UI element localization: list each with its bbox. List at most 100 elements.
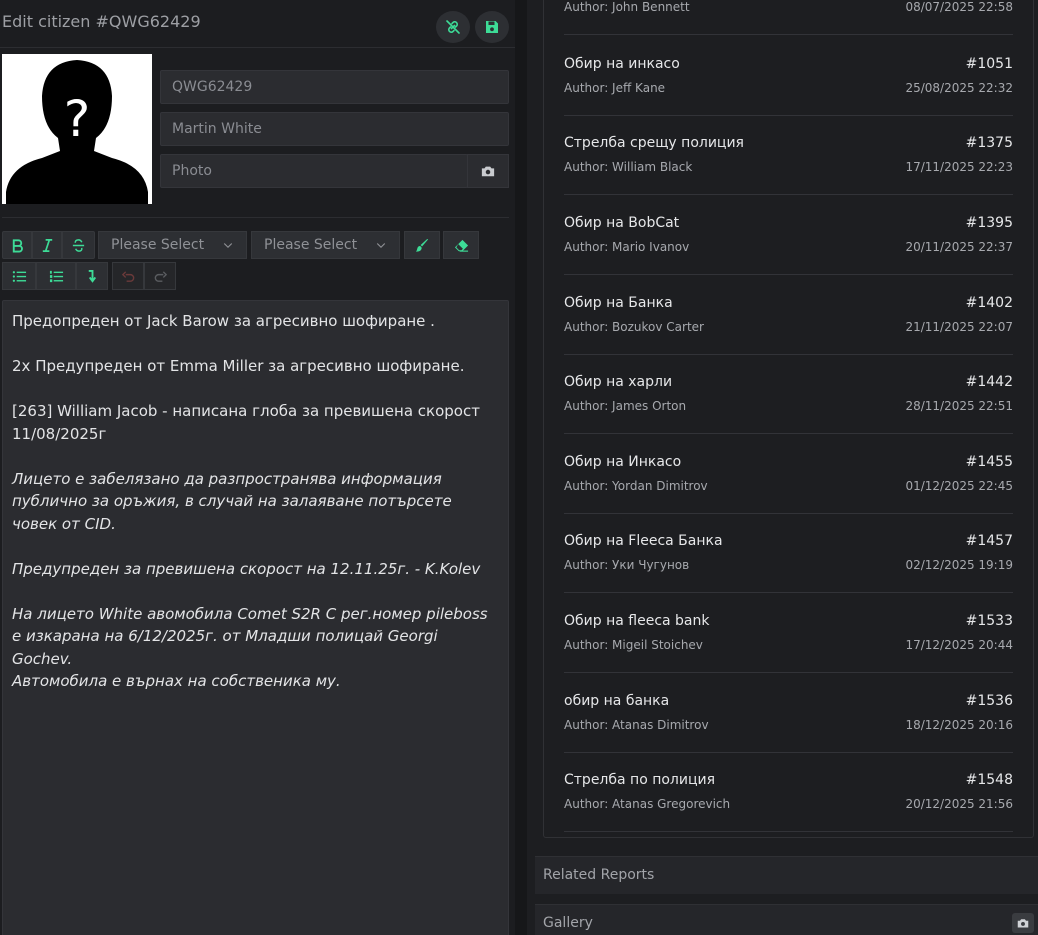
report-date: 17/12/2025 20:44 [905,638,1013,652]
report-item[interactable]: Стрелба по полиция #1548 Author: Atanas … [564,772,1013,832]
report-date: 21/11/2025 22:07 [905,320,1013,334]
save-button[interactable] [475,11,509,43]
bold-button[interactable] [2,231,32,259]
report-item[interactable]: Обир на BobCat #1395 Author: Mario Ivano… [564,215,1013,275]
numbered-list-icon [49,270,63,282]
bold-icon [12,238,23,253]
numbered-list-button[interactable] [36,262,76,290]
color-brush-button[interactable] [404,231,440,259]
size-select-value: Please Select [264,237,358,253]
report-title: Обир на инкасо [564,56,680,72]
photo-upload-button[interactable] [467,154,509,188]
report-item[interactable]: Обир на Инкасо #1455 Author: Yordan Dimi… [564,454,1013,514]
redo-button[interactable] [144,262,176,290]
strikethrough-icon [72,238,85,252]
notes-editor[interactable]: Предопреден от Jack Barow за агресивно ш… [2,300,509,935]
unlink-icon [446,20,460,34]
report-date: 20/12/2025 21:56 [905,797,1013,811]
chevron-down-icon [376,243,386,249]
report-author: Author: Atanas Dimitrov [564,718,709,732]
report-date: 02/12/2025 19:19 [905,558,1013,572]
report-date: 17/11/2025 22:23 [905,160,1013,174]
note-line: На лицето White авомобила Comet S2R C ре… [12,604,488,668]
citizen-id-field[interactable]: QWG62429 [160,70,509,104]
clear-format-button[interactable] [443,231,479,259]
gallery-add-button[interactable] [1012,913,1034,933]
photo-url-input[interactable]: Photo [160,154,468,188]
gallery-section[interactable]: Gallery [535,904,1038,935]
divider [2,217,509,218]
note-line: [263] William Jacob - написана глоба за … [12,402,480,443]
page-title: Edit citizen #QWG62429 [2,12,201,31]
edit-header: Edit citizen #QWG62429 [0,0,515,48]
italic-icon [42,238,52,252]
italic-button[interactable] [32,231,62,259]
report-date: 18/12/2025 20:16 [905,718,1013,732]
section-title: Related Reports [543,867,655,883]
report-title: Стрелба по полиция [564,772,716,788]
note-line: Предопреден от Jack Barow за агресивно ш… [12,312,435,330]
report-title: Обир на fleeca bank [564,613,710,629]
report-number: #1548 [965,772,1013,788]
size-select[interactable]: Please Select [251,231,400,259]
report-number: #1402 [965,295,1013,311]
report-author: Author: Atanas Gregorevich [564,797,731,811]
strikethrough-button[interactable] [62,231,95,259]
report-item[interactable]: Обир на Fleeca Банка #1457 Author: Уки Ч… [564,533,1013,593]
report-title: Обир на Инкасо [564,454,682,470]
report-title: Обир на BobCat [564,215,680,231]
report-date: 25/08/2025 22:32 [905,81,1013,95]
bullet-list-icon [12,270,26,282]
eraser-icon [454,239,468,252]
report-number: #1533 [965,613,1013,629]
font-select[interactable]: Please Select [98,231,247,259]
report-title: Обир на Fleeca Банка [564,533,723,549]
report-item[interactable]: Стрелба срещу полиция #1375 Author: Will… [564,135,1013,195]
report-item[interactable]: Обир на харли #1442 Author: James Orton … [564,374,1013,434]
note-line: Автомобила е върнах на собственика му. [12,672,341,690]
report-title: Обир на харли [564,374,673,390]
report-number: #1442 [965,374,1013,390]
report-author: Author: Migeil Stoichev [564,638,703,652]
panel-splitter[interactable] [515,0,527,935]
report-item[interactable]: обир на банка #1536 Author: Atanas Dimit… [564,693,1013,753]
indent-button[interactable] [76,262,108,290]
report-title: обир на банка [564,693,670,709]
report-author: Author: Bozukov Carter [564,320,704,334]
camera-icon [1017,919,1029,928]
report-item[interactable]: Обир на инкасо #1051 Author: Jeff Kane 2… [564,56,1013,116]
report-author: Author: William Black [564,160,693,174]
report-author: Author: Mario Ivanov [564,240,690,254]
indent-icon [88,269,96,283]
note-line: Лицето е забелязано да разпространява ин… [12,469,452,533]
report-author: Author: John Bennett [564,0,690,14]
report-item[interactable]: Обир на fleeca bank #1533 Author: Migeil… [564,613,1013,673]
report-item[interactable]: Обир на Банка #1402 Author: Bozukov Cart… [564,295,1013,355]
citizen-name-field[interactable]: Martin White [160,112,509,146]
report-author: Author: Jeff Kane [564,81,666,95]
report-number: #1536 [965,693,1013,709]
citizen-photo: ? [2,54,152,204]
camera-icon [481,166,495,177]
report-title: Стрелба срещу полиция [564,135,744,151]
report-item[interactable]: Author: John Bennett 08/07/2025 22:58 [564,0,1013,35]
report-author: Author: Yordan Dimitrov [564,479,708,493]
section-title: Gallery [543,915,593,931]
font-select-value: Please Select [111,237,205,253]
note-line: Предупреден за превишена скорост на 12.1… [12,559,481,578]
reports-panel: Author: John Bennett 08/07/2025 22:58 Об… [527,0,1038,935]
undo-button[interactable] [112,262,144,290]
report-date: 08/07/2025 22:58 [905,0,1013,14]
redo-icon [154,270,167,282]
report-date: 01/12/2025 22:45 [905,479,1013,493]
reports-list: Author: John Bennett 08/07/2025 22:58 Об… [543,0,1034,838]
unknown-person-image: ? [2,54,152,204]
chevron-down-icon [223,243,233,249]
related-reports-section[interactable]: Related Reports [535,856,1038,894]
report-number: #1051 [965,56,1013,72]
report-date: 28/11/2025 22:51 [905,399,1013,413]
unlink-button[interactable] [436,11,470,43]
bullet-list-button[interactable] [2,262,36,290]
undo-icon [121,270,134,282]
save-icon [486,21,498,33]
